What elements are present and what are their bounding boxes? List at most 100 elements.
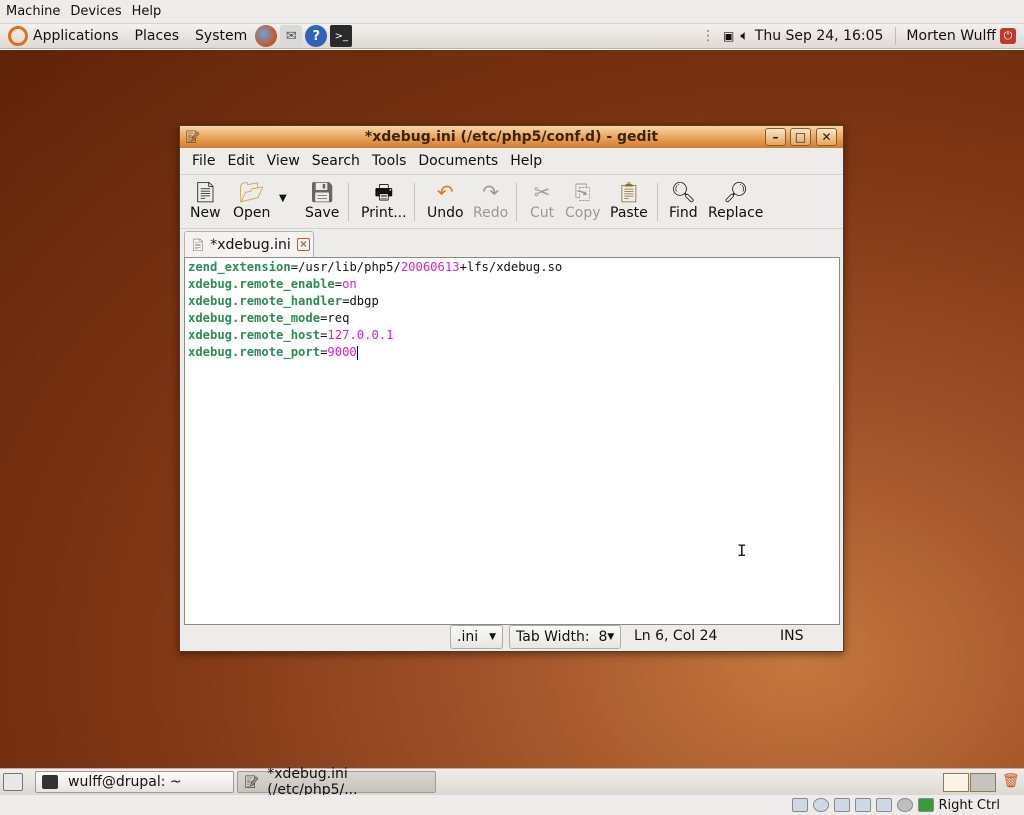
find-button[interactable]: 🔍︎ Find xyxy=(669,179,698,227)
ini-key: xdebug.remote_port xyxy=(188,345,321,359)
undo-button[interactable]: ↶ Undo xyxy=(427,179,464,227)
ibeam-cursor-icon: I xyxy=(737,541,747,560)
ini-value-number: 9000 xyxy=(327,345,357,359)
menu-file[interactable]: File xyxy=(186,153,221,169)
firefox-icon[interactable] xyxy=(255,25,278,47)
ini-value-text: /usr/lib/php5/ xyxy=(298,260,401,274)
document-icon: 📄︎ xyxy=(190,237,206,252)
editor-line: xdebug.remote_port=9000 xyxy=(188,344,836,361)
toolbar-separator xyxy=(516,183,517,221)
editor-line: xdebug.remote_enable=on xyxy=(188,276,836,293)
menu-search[interactable]: Search xyxy=(306,153,366,169)
cursor-position: Ln 6, Col 24 xyxy=(634,628,718,644)
shutdown-icon[interactable]: ⏻ xyxy=(1000,28,1016,44)
undo-icon: ↶ xyxy=(436,180,454,204)
window-title: *xdebug.ini (/etc/php5/conf.d) - gedit xyxy=(364,129,659,145)
workspace-1[interactable] xyxy=(943,773,969,792)
cut-button[interactable]: ✂ Cut xyxy=(530,179,554,227)
ini-key: xdebug.remote_mode xyxy=(188,311,321,325)
ini-value-keyword: on xyxy=(342,277,357,291)
text-editor[interactable]: zend_extension=/usr/lib/php5/20060613+lf… xyxy=(184,257,840,625)
volume-icon[interactable]: 🔈︎ xyxy=(740,28,748,44)
ubuntu-logo-icon xyxy=(8,26,28,46)
menu-edit[interactable]: Edit xyxy=(221,153,260,169)
system-menu[interactable]: System xyxy=(187,24,255,49)
user-menu[interactable]: Morten Wulff xyxy=(906,28,996,44)
terminal-icon[interactable]: >_ xyxy=(330,25,353,47)
ini-value-number: 127.0.0.1 xyxy=(327,328,394,342)
menu-help[interactable]: Help xyxy=(504,153,548,169)
applications-menu[interactable]: Applications xyxy=(0,24,127,49)
cut-label: Cut xyxy=(530,205,555,221)
print-button[interactable]: 🖶︎ Print... xyxy=(361,179,407,227)
minimize-button[interactable]: – xyxy=(765,128,786,146)
redo-icon: ↷ xyxy=(482,180,499,204)
ini-key: xdebug.remote_enable xyxy=(188,277,335,291)
taskbar-label: *xdebug.ini (/etc/php5/... xyxy=(267,766,358,798)
taskbar-item-gedit[interactable]: 📝︎ *xdebug.ini (/etc/php5/... xyxy=(237,766,436,798)
copy-label: Copy xyxy=(565,205,601,221)
host-key-label: Right Ctrl xyxy=(938,797,1001,813)
copy-icon: ⎘ xyxy=(574,180,591,204)
new-document-icon: 📄︎ xyxy=(192,180,218,204)
show-desktop-icon[interactable] xyxy=(3,773,23,791)
language-selector[interactable]: .ini ▼ xyxy=(450,625,503,649)
vbox-menu-devices[interactable]: Devices xyxy=(70,4,121,19)
ini-value-number: 20060613 xyxy=(400,260,460,274)
open-recent-dropdown-icon[interactable]: ▼ xyxy=(279,193,287,204)
text-cursor xyxy=(356,345,358,360)
cdrom-icon xyxy=(812,798,829,812)
workspace-2[interactable] xyxy=(970,773,996,792)
menu-tools[interactable]: Tools xyxy=(366,153,413,169)
clipboard-icon: 📋︎ xyxy=(616,180,642,204)
keyboard-capture-icon xyxy=(917,798,934,812)
tab-width-selector[interactable]: Tab Width: 8 ▼ xyxy=(509,625,621,649)
close-button[interactable]: ✕ xyxy=(816,128,837,146)
bottom-panel: wulff@drupal: ~ 📝︎ *xdebug.ini (/etc/php… xyxy=(0,766,1024,798)
tab-width-value: Tab Width: 8 xyxy=(516,629,608,645)
window-titlebar[interactable]: *xdebug.ini (/etc/php5/conf.d) - gedit xyxy=(180,126,843,148)
save-label: Save xyxy=(305,205,340,221)
vbox-menu-machine[interactable]: Machine xyxy=(6,4,60,19)
new-button[interactable]: 📄︎ New xyxy=(190,179,221,227)
ini-separator: = xyxy=(290,260,299,274)
floppy-icon xyxy=(833,798,850,812)
open-button[interactable]: 📂︎ Open xyxy=(233,179,270,227)
toolbar-separator xyxy=(657,183,658,221)
paste-button[interactable]: 📋︎ Paste xyxy=(610,179,648,227)
terminal-icon xyxy=(42,775,58,789)
menubar: File Edit View Search Tools Documents He… xyxy=(180,148,843,173)
clock[interactable]: Thu Sep 24, 16:05 xyxy=(755,28,884,44)
copy-button[interactable]: ⎘ Copy xyxy=(565,179,601,227)
menu-documents[interactable]: Documents xyxy=(412,153,504,169)
maximize-button[interactable]: □ xyxy=(790,128,811,146)
taskbar-item-terminal[interactable]: wulff@drupal: ~ xyxy=(35,771,234,793)
toolbar: 📄︎ New 📂︎ Open ▼ 💾︎ Save 🖶︎ Print... ↶ Undo ↷… xyxy=(180,174,843,229)
save-button[interactable]: 💾︎ Save xyxy=(305,179,339,227)
mouse-integration-icon xyxy=(896,798,913,812)
undo-label: Undo xyxy=(427,205,464,221)
tab-xdebug-ini[interactable]: 📄︎ *xdebug.ini × xyxy=(184,231,314,257)
ini-key: xdebug.remote_host xyxy=(188,328,321,342)
statusbar: .ini ▼ Tab Width: 8 ▼ Ln 6, Col 24 INS xyxy=(180,625,843,651)
vbox-statusbar: Right Ctrl xyxy=(0,795,1024,815)
ini-key: zend_extension xyxy=(188,260,291,274)
help-icon[interactable]: ? xyxy=(305,25,328,47)
replace-button[interactable]: 🔎︎ Replace xyxy=(708,179,763,227)
network-icon[interactable]: ▣ xyxy=(723,29,734,43)
gedit-window: *xdebug.ini (/etc/php5/conf.d) - gedit 📝… xyxy=(179,125,844,652)
ini-value-text: dbgp xyxy=(349,294,379,308)
vbox-menu-help[interactable]: Help xyxy=(132,4,162,19)
places-menu[interactable]: Places xyxy=(127,24,188,49)
redo-label: Redo xyxy=(473,205,509,221)
menu-view[interactable]: View xyxy=(261,153,306,169)
mail-icon[interactable]: ✉ xyxy=(280,25,303,47)
tab-close-icon[interactable]: × xyxy=(297,238,310,251)
editor-line: zend_extension=/usr/lib/php5/20060613+lf… xyxy=(188,259,836,276)
top-panel: Applications Places System ✉ ? >_ ⋮ ▣ 🔈︎… xyxy=(0,24,1024,49)
trash-icon[interactable]: 🗑︎ xyxy=(1002,773,1020,791)
ini-separator: = xyxy=(334,277,343,291)
toolbar-separator xyxy=(414,183,415,221)
replace-label: Replace xyxy=(708,205,764,221)
redo-button[interactable]: ↷ Redo xyxy=(473,179,508,227)
